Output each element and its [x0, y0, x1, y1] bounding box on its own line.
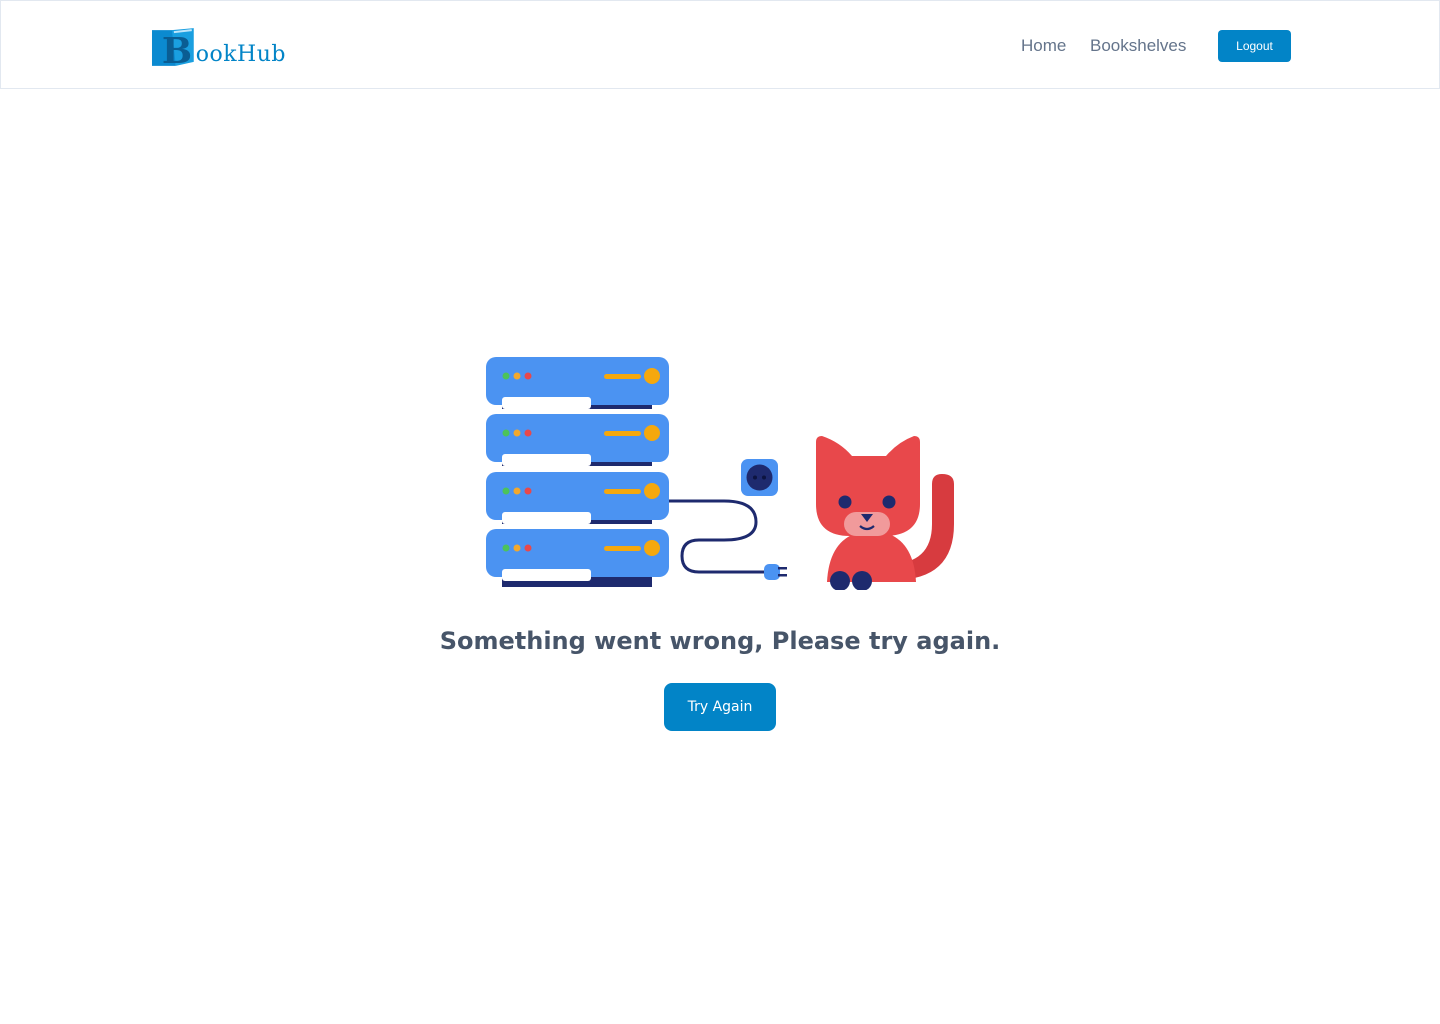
server-disconnected-cat-illustration: [486, 357, 954, 590]
logo-letter: B: [162, 30, 192, 68]
socket-icon: [741, 459, 778, 496]
plug-icon: [764, 564, 787, 580]
error-message: Something went wrong, Please try again.: [439, 627, 1001, 655]
bookhub-logo[interactable]: B ookHub: [150, 24, 286, 68]
navbar: B ookHub Home Bookshelves Logout: [0, 0, 1440, 89]
cable-icon: [669, 499, 766, 574]
cat-icon: [816, 436, 954, 590]
logo-text: ookHub: [195, 42, 286, 67]
logout-button[interactable]: Logout: [1218, 30, 1291, 62]
nav-bookshelves-link[interactable]: Bookshelves: [1090, 36, 1186, 56]
nav-home-link[interactable]: Home: [1021, 36, 1066, 56]
try-again-button[interactable]: Try Again: [664, 683, 776, 731]
server-stack-icon: [486, 357, 669, 587]
book-icon: B: [151, 28, 194, 68]
